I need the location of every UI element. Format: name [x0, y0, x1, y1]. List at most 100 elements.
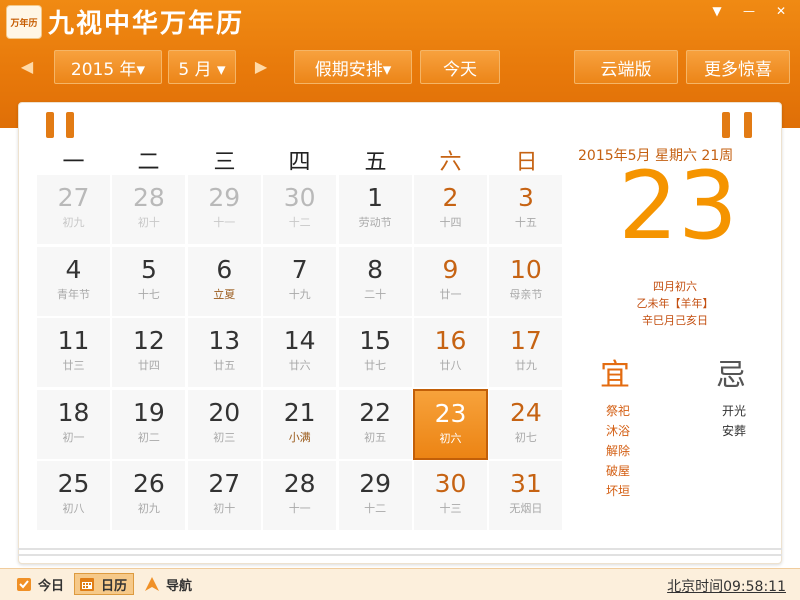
year-select[interactable]: 2015 年▾: [54, 50, 162, 84]
lunar-day-label: 初九: [137, 502, 160, 516]
navigation-tab[interactable]: 导航: [144, 573, 192, 595]
lunar-day-label: 初十: [213, 502, 236, 516]
day-number: 14: [283, 326, 316, 356]
calendar-day-cell[interactable]: 15 廿七: [337, 317, 413, 389]
calendar-day-cell-selected[interactable]: 23 初六: [413, 388, 488, 460]
day-number: 27: [208, 469, 241, 499]
minimize-button[interactable]: —: [736, 2, 762, 20]
day-number: 29: [359, 469, 391, 499]
calendar-day-cell[interactable]: 16 廿八: [413, 317, 488, 389]
lunar-day-label: 廿五: [213, 359, 236, 373]
calendar-day-cell[interactable]: 26 初九: [111, 460, 187, 532]
calendar-day-cell[interactable]: 22 初五: [337, 388, 413, 460]
weekday-header: 四: [288, 150, 311, 175]
calendar-day-cell[interactable]: 30 十三: [413, 460, 488, 532]
day-number: 5: [140, 254, 157, 284]
calendar-day-cell[interactable]: 1 劳动节: [337, 174, 413, 245]
weekday-header: 三: [213, 150, 236, 175]
calendar-day-cell[interactable]: 9 廿一: [413, 245, 488, 317]
lunar-day-label: 初七: [514, 430, 537, 444]
calendar-day-cell[interactable]: 20 初三: [186, 388, 262, 460]
lunar-day-label: 初五: [364, 430, 387, 444]
calendar-day-cell[interactable]: 5 十七: [111, 245, 187, 317]
lunar-day-label: 初一: [62, 430, 85, 444]
today-button[interactable]: 今天: [420, 50, 500, 84]
day-number: 21: [283, 397, 316, 427]
lunar-day-label: 十九: [288, 287, 311, 301]
lunar-day-label: 十四: [439, 216, 462, 229]
close-button[interactable]: ✕: [768, 2, 794, 20]
day-number: 11: [57, 326, 90, 356]
calendar-day-cell[interactable]: 19 初二: [111, 388, 187, 460]
day-number: 22: [359, 397, 391, 427]
calendar-tab-label: 日历: [101, 578, 128, 594]
today-tab[interactable]: 今日: [16, 573, 64, 595]
day-number: 27: [57, 183, 90, 212]
calendar-day-cell[interactable]: 24 初七: [488, 388, 564, 460]
lunar-day-label: 十二: [364, 502, 387, 516]
beijing-time-link[interactable]: 北京时间09:58:11: [667, 576, 786, 596]
calendar-day-cell[interactable]: 29 十二: [337, 460, 413, 532]
calendar-day-cell[interactable]: 27 初九: [36, 174, 111, 245]
auspicious-item: 解除: [605, 444, 630, 458]
calendar-day-cell[interactable]: 6 立夏: [186, 245, 262, 317]
calendar-day-cell[interactable]: 14 廿六: [262, 317, 338, 389]
calendar-day-cell[interactable]: 18 初一: [36, 388, 111, 460]
lunar-day-label: 廿一: [439, 287, 462, 301]
calendar-day-cell[interactable]: 8 二十: [337, 245, 413, 317]
window-menu-button[interactable]: ▼: [704, 2, 730, 20]
weekday-header: 六: [439, 150, 462, 175]
prev-month-button[interactable]: ◀: [16, 54, 38, 80]
lunar-day-label: 立夏: [213, 287, 236, 301]
auspicious-item: 祭祀: [605, 404, 630, 418]
calendar-tab[interactable]: 日历: [74, 573, 135, 595]
auspicious-label: 宜: [600, 358, 630, 393]
calendar-day-cell[interactable]: 7 十九: [262, 245, 338, 317]
calendar-day-cell[interactable]: 31 无烟日: [488, 460, 564, 532]
calendar-day-cell[interactable]: 10 母亲节: [488, 245, 564, 317]
calendar-day-cell[interactable]: 3 十五: [488, 174, 564, 245]
day-number: 31: [509, 469, 542, 499]
day-number: 25: [57, 469, 90, 499]
calendar-day-cell[interactable]: 4 青年节: [36, 245, 111, 317]
app-title: 九视中华万年历: [48, 9, 245, 39]
auspicious-item: 坏垣: [605, 484, 630, 498]
app-logo: 万年历: [6, 5, 42, 39]
cloud-version-button[interactable]: 云端版: [574, 50, 678, 84]
auspicious-item: 沐浴: [605, 424, 630, 438]
calendar-day-cell[interactable]: 29 十一: [186, 174, 262, 245]
calendar-day-cell[interactable]: 13 廿五: [186, 317, 262, 389]
ganzhi-month-day: 辛巳月己亥日: [642, 314, 708, 327]
binder-ring-right: [744, 112, 752, 138]
weekday-header: 二: [137, 150, 160, 175]
day-number: 4: [65, 254, 82, 284]
more-surprises-button[interactable]: 更多惊喜: [686, 50, 790, 84]
ganzhi-year: 乙未年【羊年】: [636, 297, 714, 310]
calendar-day-cell[interactable]: 30 十二: [262, 174, 338, 245]
month-select[interactable]: 5 月 ▾: [168, 50, 236, 84]
calendar-day-cell[interactable]: 17 廿九: [488, 317, 564, 389]
day-number: 1: [367, 183, 384, 212]
calendar-day-cell[interactable]: 28 十一: [262, 460, 338, 532]
lunar-day-label: 初三: [213, 430, 236, 444]
day-number: 6: [216, 254, 233, 284]
lunar-day-label: 廿九: [514, 359, 537, 373]
next-month-button[interactable]: ▶: [250, 54, 272, 80]
calendar-day-cell[interactable]: 25 初八: [36, 460, 111, 532]
calendar-day-cell[interactable]: 21 小满: [262, 388, 338, 460]
lunar-day-label: 廿四: [137, 359, 160, 373]
calendar-day-cell[interactable]: 28 初十: [111, 174, 187, 245]
lunar-day-label: 初二: [137, 430, 160, 444]
calendar-day-cell[interactable]: 27 初十: [186, 460, 262, 532]
day-number: 8: [367, 254, 384, 284]
calendar-day-cell[interactable]: 12 廿四: [111, 317, 187, 389]
calendar-day-cell[interactable]: 2 十四: [413, 174, 488, 245]
day-number: 10: [509, 254, 542, 284]
day-number: 30: [434, 469, 467, 499]
calendar-day-cell[interactable]: 11 廿三: [36, 317, 111, 389]
lunar-day-label: 十二: [288, 216, 311, 229]
day-number: 26: [132, 469, 165, 499]
day-number: 28: [132, 183, 165, 212]
holiday-schedule-button[interactable]: 假期安排▾: [294, 50, 412, 84]
page-edge-line: [18, 554, 782, 556]
